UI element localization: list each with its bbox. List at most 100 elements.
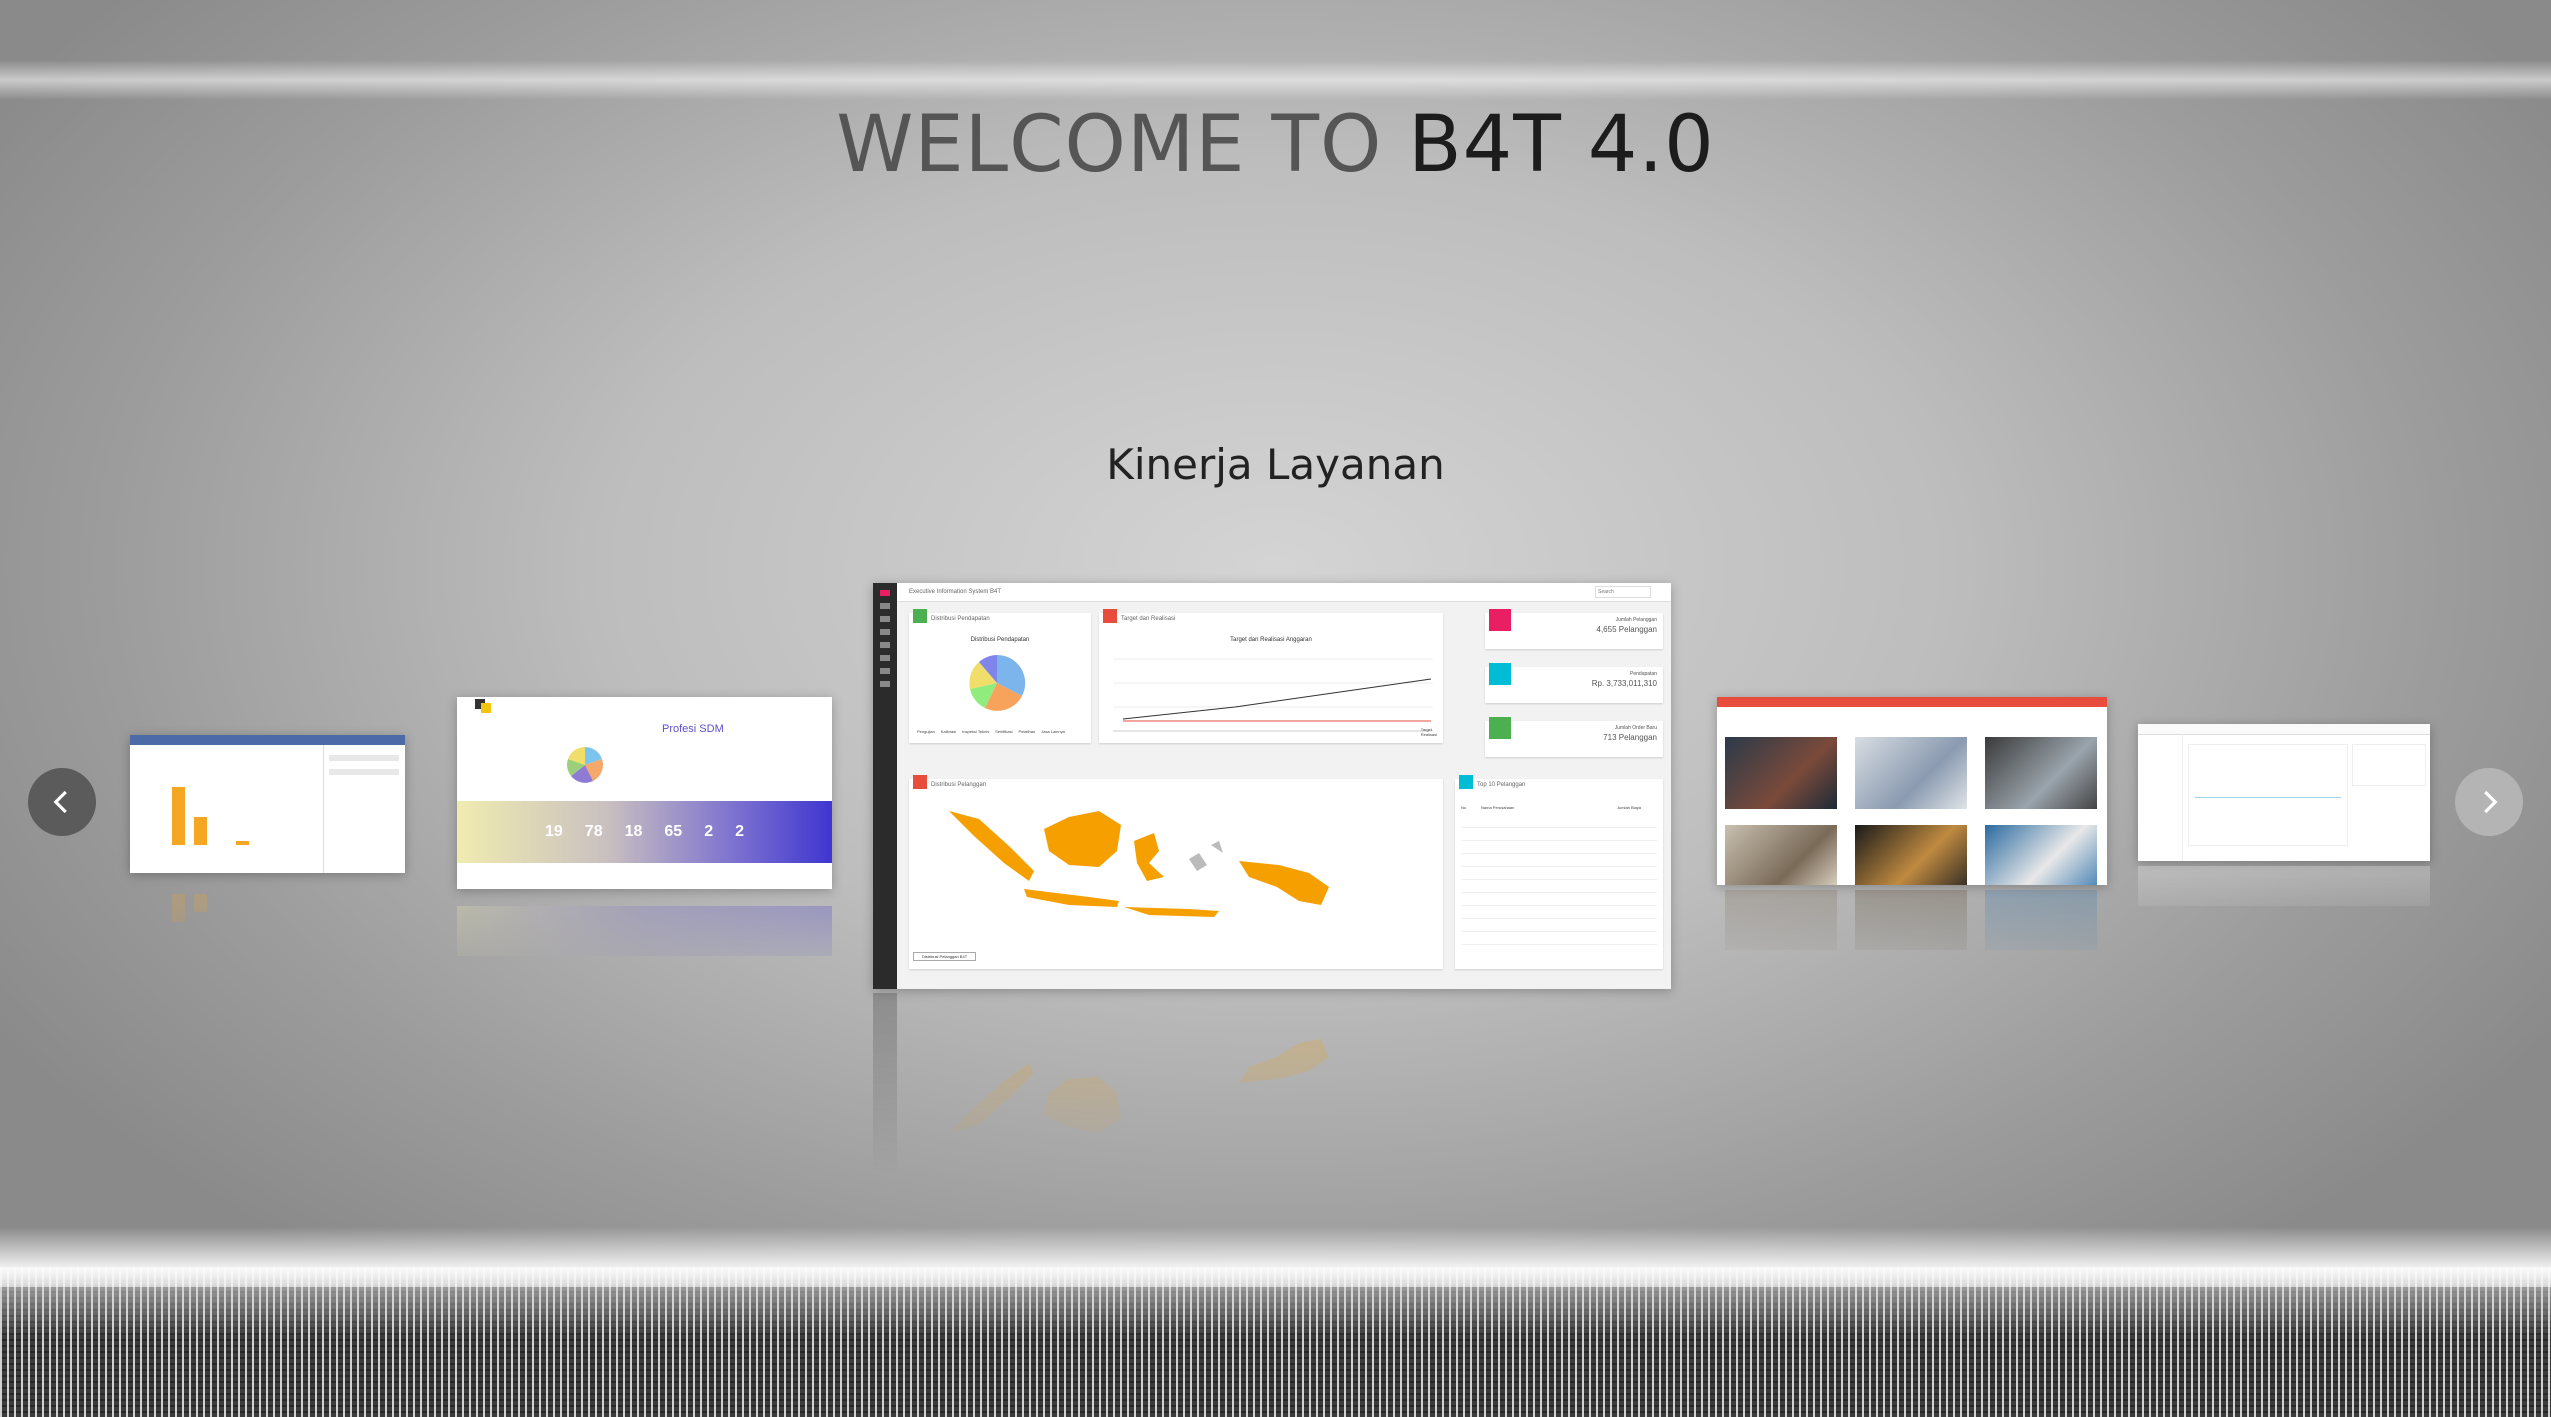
slide-reflection [457, 900, 832, 980]
top10-table-card: Top 10 Pelanggan No Nama Perusahaan Juml… [1455, 775, 1663, 969]
slide-reflection [2138, 866, 2430, 926]
pie-card-title: Distribusi Pendapatan [931, 616, 990, 622]
sdm-stat: 18 [624, 823, 643, 840]
pie-chart [969, 654, 1026, 711]
side-panel-row [329, 755, 399, 761]
line-card-icon [1103, 609, 1117, 623]
sidebar-item-dashboard[interactable] [880, 590, 890, 596]
map-card: Distribusi Pelanggan Distribusi Pelangga… [909, 775, 1443, 969]
sidebar-item[interactable] [880, 655, 890, 661]
title-prefix: WELCOME TO [836, 100, 1409, 190]
monitoring-info-panel [2352, 744, 2426, 786]
side-panel-row [329, 769, 399, 775]
gallery-photo [1725, 825, 1837, 885]
sidebar-item[interactable] [880, 681, 890, 687]
carousel-prev-button[interactable] [28, 768, 96, 836]
line-chart-title: Target dan Realisasi Anggaran [1230, 637, 1312, 643]
column-header: No [1461, 805, 1467, 810]
bar-chart-panel [130, 745, 324, 873]
carousel-active-caption: Kinerja Layanan [1106, 440, 1445, 489]
gallery-photo [1725, 737, 1837, 809]
slide-reflection [130, 880, 405, 970]
pie-chart-title: Distribusi Pendapatan [970, 637, 1030, 643]
map-legend: Distribusi Pelanggan B4T [913, 952, 977, 961]
sidebar-item[interactable] [880, 603, 890, 609]
sidebar-item[interactable] [880, 642, 890, 648]
stat-card-pelanggan: Jumlah Pelanggan 4,655 Pelanggan [1485, 609, 1663, 649]
logo-icon [475, 699, 497, 713]
sdm-stat: 2 [704, 823, 714, 840]
carousel-slide-bar-report[interactable] [130, 735, 405, 873]
legend-item: Jasa Lainnya [1041, 729, 1065, 734]
line-legend: Target Realisasi [1421, 727, 1437, 737]
chevron-right-icon [2484, 790, 2498, 814]
pie-card-icon [913, 609, 927, 623]
carousel-slide-monitoring[interactable] [2138, 724, 2430, 861]
legend-item: Realisasi [1420, 732, 1437, 737]
line-card-title: Target dan Realisasi [1121, 616, 1176, 622]
sdm-stat: 65 [664, 823, 683, 840]
carousel-slide-gallery[interactable] [1717, 697, 2107, 885]
legend-item: Sertifikasi [995, 729, 1013, 734]
table-card-title: Top 10 Pelanggan [1477, 782, 1526, 788]
slide-header-bar [1717, 697, 2107, 707]
gallery-photo [1855, 825, 1967, 885]
monitoring-sidebar [2138, 734, 2183, 861]
stat-card-order: Jumlah Order Baru 713 Pelanggan [1485, 717, 1663, 757]
table-header: No Nama Perusahaan Jumlah Biaya [1461, 805, 1657, 810]
sidebar-item[interactable] [880, 616, 890, 622]
map-card-icon [913, 775, 927, 789]
legend-item: Kalibrasi [940, 729, 957, 734]
slide-reflection [873, 993, 1671, 1173]
sdm-stat: 2 [735, 823, 744, 840]
dashboard-topbar: Executive Information System B4T [897, 583, 1671, 602]
stat-label: Jumlah Pelanggan [1615, 617, 1657, 623]
monitoring-chart-panel [2188, 744, 2348, 846]
order-icon [1489, 717, 1511, 739]
chart-bar [172, 787, 185, 845]
background-floor [0, 1227, 2551, 1417]
chart-bar [236, 841, 249, 845]
slide-header-bar [130, 735, 405, 745]
sdm-stat: 19 [545, 823, 563, 840]
background-streak [0, 60, 2551, 100]
table-rows [1461, 815, 1657, 945]
sidebar-item[interactable] [880, 668, 890, 674]
stat-label: Jumlah Order Baru [1614, 725, 1657, 731]
table-card-icon [1459, 775, 1473, 789]
carousel-slide-kinerja-layanan[interactable]: Executive Information System B4T Distrib… [873, 583, 1671, 989]
carousel-next-button[interactable] [2455, 768, 2523, 836]
line-chart [1113, 658, 1433, 732]
dollar-icon [1489, 663, 1511, 685]
legend-item: Inspeksi Teknis [962, 729, 990, 734]
dashboard-sidebar [873, 583, 897, 989]
users-icon [1489, 609, 1511, 631]
sidebar-item[interactable] [880, 629, 890, 635]
carousel-slide-profesi-sdm[interactable]: Profesi SDM 19 78 18 65 2 2 [457, 697, 832, 889]
sdm-heading: Profesi SDM [662, 723, 724, 735]
legend-item: Pelatihan [1018, 729, 1036, 734]
dashboard-title: Executive Information System B4T [909, 589, 1002, 595]
pie-legend: Pengujian Kalibrasi Inspeksi Teknis Sert… [917, 729, 1087, 734]
stat-value: 4,655 Pelanggan [1596, 625, 1658, 634]
gallery-photo [1985, 737, 2097, 809]
stat-card-pendapatan: Pendapatan Rp. 3,733,011,310 [1485, 663, 1663, 703]
line-card: Target dan Realisasi Target dan Realisas… [1099, 609, 1443, 743]
sdm-pie-chart [567, 747, 603, 783]
slide-reflection [1717, 890, 2107, 970]
column-header: Jumlah Biaya [1617, 805, 1642, 810]
map-card-title: Distribusi Pelanggan [931, 782, 987, 788]
gallery-photo [1985, 825, 2097, 885]
chart-bar [194, 817, 207, 845]
stat-label: Pendapatan [1630, 671, 1657, 677]
chevron-left-icon [53, 790, 67, 814]
sdm-stat: 78 [584, 823, 603, 840]
search-input[interactable] [1595, 586, 1651, 598]
pie-card: Distribusi Pendapatan Distribusi Pendapa… [909, 609, 1091, 743]
stat-value: 713 Pelanggan [1603, 733, 1657, 742]
stat-value: Rp. 3,733,011,310 [1591, 679, 1657, 688]
indonesia-map [949, 811, 1329, 917]
legend-item: Pengujian [917, 729, 935, 734]
column-header: Nama Perusahaan [1481, 805, 1515, 810]
target-series-line [1122, 678, 1432, 720]
